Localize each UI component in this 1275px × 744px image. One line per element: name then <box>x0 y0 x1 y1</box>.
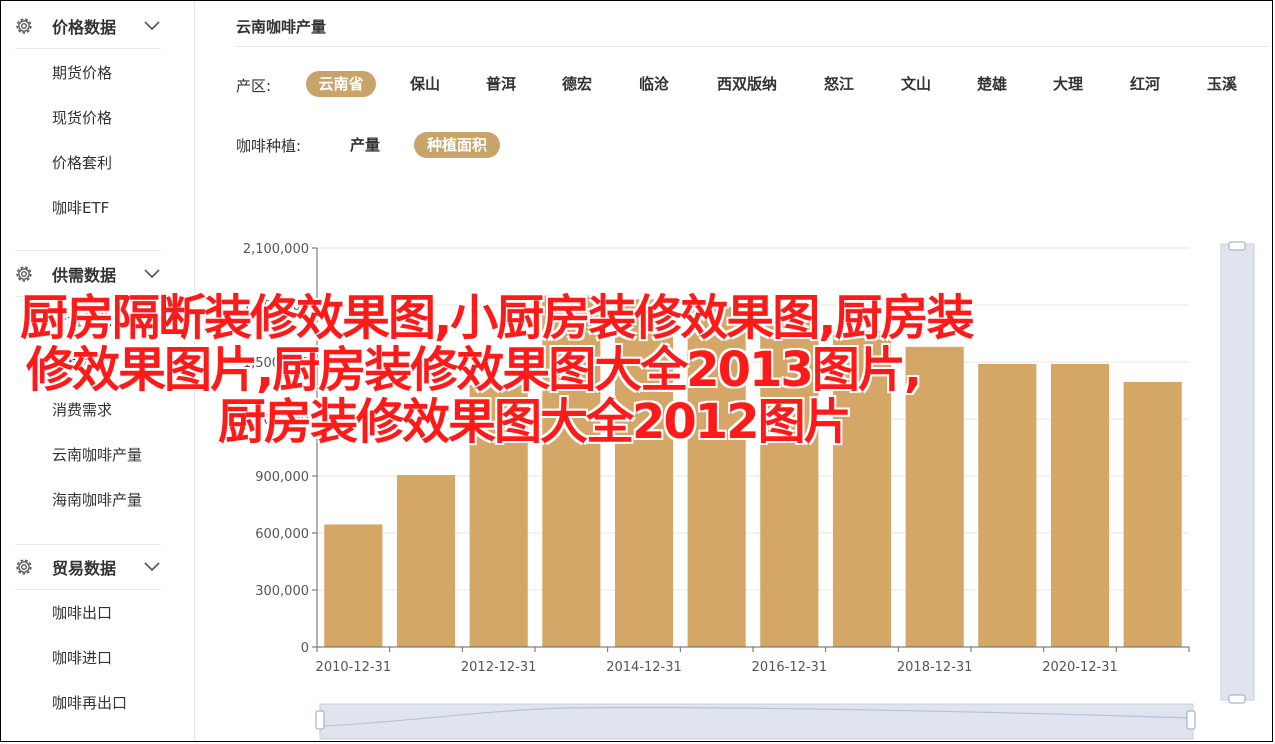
sidebar-group-trade[interactable]: 贸易数据 <box>1 544 194 590</box>
bar-chart: 0 300,000 600,000 900,000 1,200,000 1,500,000… <box>236 230 1268 742</box>
sidebar-item-consumption[interactable]: 消费需求 <box>52 399 112 420</box>
bar <box>1050 363 1110 647</box>
bar <box>978 363 1037 647</box>
chip-region-dehong[interactable]: 德宏 <box>548 71 606 97</box>
x-tick-label: 2016-12-31 <box>752 660 828 675</box>
x-tick-label: 2020-12-31 <box>1042 660 1118 675</box>
bar <box>469 384 528 647</box>
bar <box>687 306 746 647</box>
gear-icon <box>16 559 32 575</box>
gear-icon <box>16 266 32 282</box>
sidebar-group-price[interactable]: 价格数据 <box>1 3 194 49</box>
chart-canvas: 0 300,000 600,000 900,000 1,200,000 1,500,000… <box>243 241 1255 740</box>
y-tick-label: 1,200,000 <box>243 413 309 428</box>
chip-type-production[interactable]: 产量 <box>336 132 394 158</box>
chevron-down-icon <box>144 269 160 279</box>
horizontal-zoom-handle-right <box>1186 710 1196 730</box>
horizontal-zoom-handle-left <box>315 710 325 730</box>
gear-icon <box>16 18 32 34</box>
bar <box>614 299 674 647</box>
sidebar-group-title: 贸易数据 <box>52 559 117 578</box>
sidebar-item-spot-price[interactable]: 现货价格 <box>52 107 112 128</box>
chip-region-puer[interactable]: 普洱 <box>472 71 530 97</box>
type-filter-label: 咖啡种植: <box>236 137 302 155</box>
sidebar-item-arbitrage[interactable]: 价格套利 <box>52 152 112 173</box>
chip-region-chuxiong[interactable]: 楚雄 <box>962 71 1022 97</box>
chip-region-lincang[interactable]: 临沧 <box>624 71 684 97</box>
bar <box>542 295 601 647</box>
chip-region-wenshan[interactable]: 文山 <box>886 71 946 97</box>
sidebar: 价格数据 期货价格 现货价格 价格套利 咖啡ETF 供需数据 产量总览 种植面积… <box>1 1 195 741</box>
sidebar-item-futures-price[interactable]: 期货价格 <box>52 62 112 83</box>
divider <box>15 296 161 297</box>
sidebar-item-planting-area[interactable]: 种植面积 <box>52 354 112 375</box>
y-tick-label: 2,100,000 <box>243 242 309 257</box>
sidebar-item-production-overview[interactable]: 产量总览 <box>52 309 112 330</box>
sidebar-item-coffee-import[interactable]: 咖啡进口 <box>52 647 112 668</box>
sidebar-item-coffee-export[interactable]: 咖啡出口 <box>52 602 112 623</box>
sidebar-item-yunnan-production[interactable]: 云南咖啡产量 <box>52 444 142 465</box>
y-tick-label: 1,800,000 <box>243 299 309 314</box>
sidebar-group-title: 供需数据 <box>52 266 117 285</box>
horizontal-zoom-slider <box>319 703 1194 740</box>
vertical-zoom-slider <box>1220 243 1255 701</box>
bar <box>396 475 456 647</box>
sidebar-item-hainan-production[interactable]: 海南咖啡产量 <box>52 489 142 510</box>
x-tick-label: 2012-12-31 <box>461 660 537 675</box>
chevron-down-icon <box>144 21 160 31</box>
chip-region-yuxi[interactable]: 玉溪 <box>1192 71 1252 97</box>
chevron-down-icon <box>144 562 160 572</box>
chip-region-yunnan[interactable]: 云南省 <box>306 71 376 97</box>
chip-region-nujiang[interactable]: 怒江 <box>810 71 868 97</box>
x-tick-label: 2014-12-31 <box>606 660 682 675</box>
chip-region-honghe[interactable]: 红河 <box>1115 71 1175 97</box>
sidebar-item-coffee-etf[interactable]: 咖啡ETF <box>52 197 109 218</box>
y-tick-label: 600,000 <box>255 527 309 542</box>
divider <box>15 48 161 49</box>
bar <box>832 331 892 647</box>
sidebar-group-supply[interactable]: 供需数据 <box>1 251 194 297</box>
bar <box>760 317 819 647</box>
chip-region-dali[interactable]: 大理 <box>1038 71 1098 97</box>
sidebar-item-coffee-reexport[interactable]: 咖啡再出口 <box>52 692 127 713</box>
vertical-zoom-handle-bottom <box>1228 694 1246 704</box>
bar <box>905 346 964 647</box>
y-tick-label: 1,500,000 <box>243 356 309 371</box>
chip-type-planting-area[interactable]: 种植面积 <box>414 132 500 158</box>
chip-region-xishuangbanna[interactable]: 西双版纳 <box>706 71 788 97</box>
x-tick-label: 2010-12-31 <box>316 660 392 675</box>
sidebar-group-title: 价格数据 <box>52 18 117 37</box>
y-tick-label: 0 <box>301 641 309 656</box>
vertical-zoom-handle-top <box>1228 241 1246 251</box>
chip-region-baoshan[interactable]: 保山 <box>396 71 454 97</box>
region-filter-label: 产区: <box>236 77 272 95</box>
x-tick-label: 2018-12-31 <box>897 660 973 675</box>
bar <box>1123 381 1182 647</box>
page-title: 云南咖啡产量 <box>236 18 327 36</box>
divider <box>236 46 1268 47</box>
y-tick-label: 900,000 <box>255 470 309 485</box>
divider <box>15 589 161 590</box>
y-tick-label: 300,000 <box>255 584 309 599</box>
bar <box>324 524 383 647</box>
